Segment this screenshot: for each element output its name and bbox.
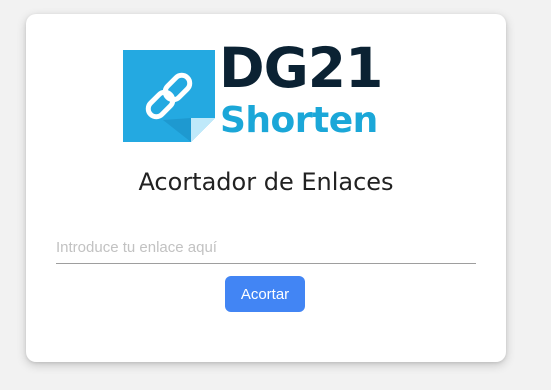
page-title: Acortador de Enlaces [138,168,394,196]
logo-text-shorten: Shorten [220,100,378,141]
dg21-logo: DG21 Shorten [123,41,413,142]
shorten-button[interactable]: Acortar [225,276,305,312]
url-input[interactable] [56,232,476,264]
shortener-card: DG21 Shorten Acortador de Enlaces Acorta… [26,14,506,362]
link-icon [123,50,215,142]
logo-text-dg21: DG21 [219,36,383,100]
